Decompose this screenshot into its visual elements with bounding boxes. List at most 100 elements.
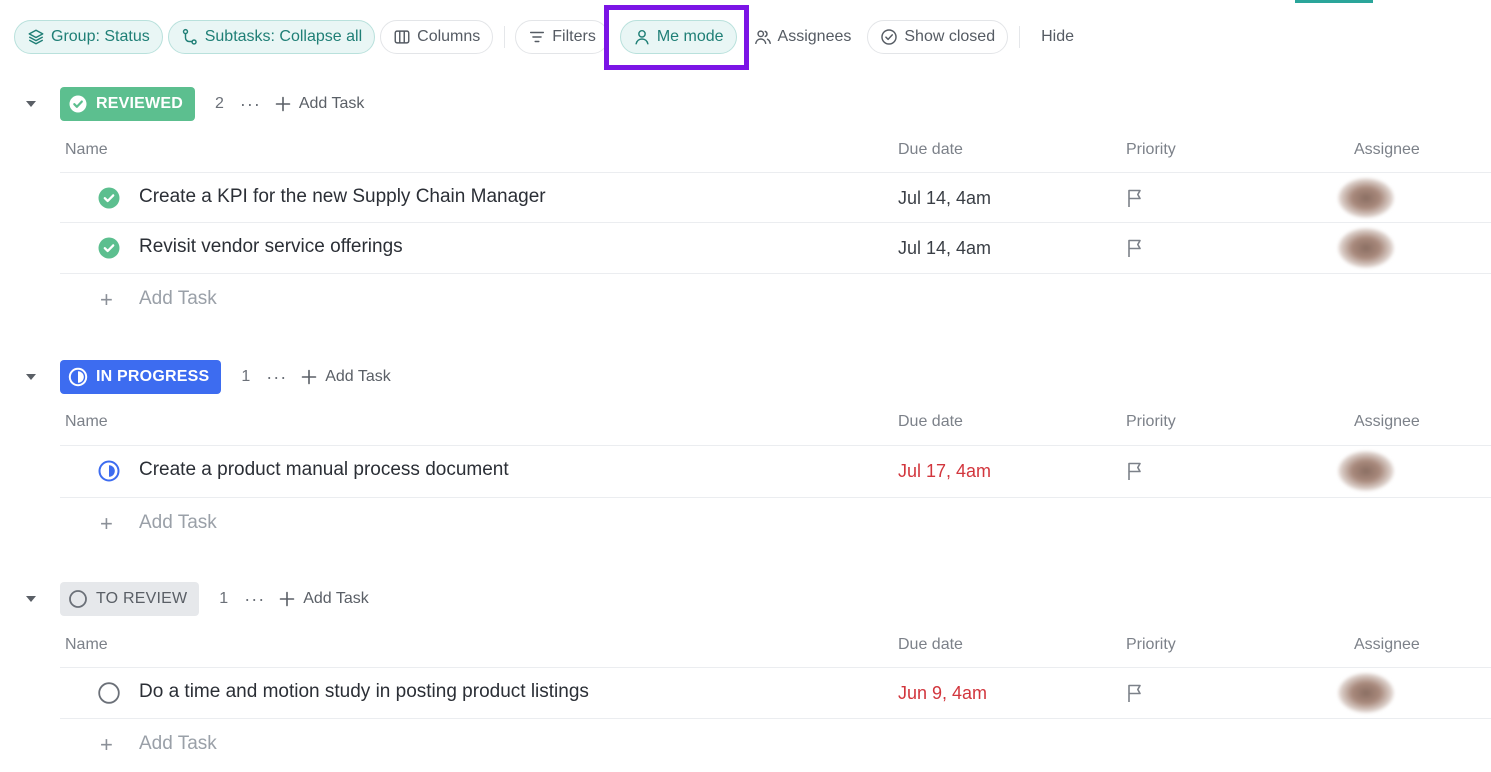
more-options-icon[interactable]: ··· — [240, 94, 261, 115]
add-task-row[interactable]: + Add Task — [60, 497, 1491, 547]
active-tab-indicator — [1295, 0, 1373, 3]
empty-circle-icon — [69, 590, 87, 608]
status-complete-icon[interactable] — [98, 237, 120, 259]
me-mode-label: Me mode — [656, 28, 724, 45]
filters-label: Filters — [552, 28, 596, 45]
plus-icon: + — [100, 511, 113, 536]
subtasks-collapse-button[interactable]: Subtasks: Collapse all — [167, 20, 376, 54]
column-priority[interactable]: Priority — [1126, 141, 1176, 159]
subtasks-icon — [182, 28, 197, 45]
task-name[interactable]: Do a time and motion study in posting pr… — [139, 681, 589, 703]
task-name[interactable]: Revisit vendor service offerings — [139, 236, 403, 258]
column-headers: Name Due date Priority Assignee — [0, 141, 1491, 165]
status-badge[interactable]: TO REVIEW — [60, 582, 200, 616]
columns-icon — [394, 30, 410, 44]
task-row[interactable]: Create a product manual process document… — [60, 445, 1491, 495]
collapse-caret-icon[interactable] — [22, 590, 40, 608]
column-due-date[interactable]: Due date — [898, 141, 963, 159]
column-due-date[interactable]: Due date — [898, 413, 963, 431]
plus-icon — [279, 591, 295, 607]
plus-icon — [301, 369, 317, 385]
task-name[interactable]: Create a product manual process document — [139, 459, 509, 481]
group-header: TO REVIEW 1 ··· Add Task — [22, 582, 369, 616]
user-icon — [635, 29, 649, 45]
toolbar-divider — [504, 26, 506, 48]
group-by-status-button[interactable]: Group: Status — [14, 20, 163, 54]
subtasks-label: Subtasks: Collapse all — [204, 28, 363, 45]
avatar[interactable] — [1338, 451, 1394, 491]
task-due-date[interactable]: Jul 17, 4am — [898, 461, 991, 482]
collapse-caret-icon[interactable] — [22, 95, 40, 113]
task-due-date[interactable]: Jul 14, 4am — [898, 188, 991, 209]
group-header: IN PROGRESS 1 ··· Add Task — [22, 360, 391, 394]
hide-label: Hide — [1041, 28, 1074, 45]
status-in-progress-icon[interactable] — [98, 460, 120, 482]
assignees-label: Assignees — [777, 28, 852, 45]
columns-button[interactable]: Columns — [380, 20, 494, 54]
avatar[interactable] — [1338, 228, 1394, 268]
group-by-label: Group: Status — [51, 28, 150, 45]
show-closed-label: Show closed — [904, 28, 996, 45]
column-due-date[interactable]: Due date — [898, 636, 963, 654]
column-name[interactable]: Name — [65, 141, 108, 159]
add-task-header-button[interactable]: Add Task — [275, 95, 365, 113]
assignees-button[interactable]: Assignees — [742, 20, 863, 54]
task-count: 1 — [219, 590, 229, 607]
add-task-header-button[interactable]: Add Task — [301, 368, 391, 386]
filters-button[interactable]: Filters — [515, 20, 609, 54]
columns-label: Columns — [417, 28, 481, 45]
flag-icon[interactable] — [1126, 188, 1144, 208]
status-badge[interactable]: IN PROGRESS — [60, 360, 222, 394]
me-mode-button[interactable]: Me mode — [619, 20, 737, 54]
collapse-caret-icon[interactable] — [22, 368, 40, 386]
task-due-date[interactable]: Jun 9, 4am — [898, 683, 987, 704]
task-row[interactable]: Revisit vendor service offerings Jul 14,… — [60, 222, 1491, 272]
hide-button[interactable]: Hide — [1030, 20, 1085, 54]
task-count: 1 — [241, 368, 251, 385]
plus-icon: + — [100, 287, 113, 312]
task-row[interactable]: Do a time and motion study in posting pr… — [60, 667, 1491, 717]
avatar[interactable] — [1338, 673, 1394, 713]
toolbar-divider — [1019, 26, 1021, 48]
add-task-label: Add Task — [139, 512, 217, 533]
task-name[interactable]: Create a KPI for the new Supply Chain Ma… — [139, 186, 546, 208]
status-label: TO REVIEW — [96, 590, 188, 607]
add-task-label: Add Task — [139, 288, 217, 309]
group-header: REVIEWED 2 ··· Add Task — [22, 87, 364, 121]
add-task-header-button[interactable]: Add Task — [279, 590, 369, 608]
task-row[interactable]: Create a KPI for the new Supply Chain Ma… — [60, 172, 1491, 222]
users-icon — [754, 30, 771, 45]
check-circle-icon — [881, 29, 898, 45]
status-label: IN PROGRESS — [96, 368, 210, 385]
column-assignee[interactable]: Assignee — [1354, 141, 1420, 159]
add-task-label: Add Task — [303, 590, 369, 607]
column-name[interactable]: Name — [65, 413, 108, 431]
flag-icon[interactable] — [1126, 461, 1144, 481]
more-options-icon[interactable]: ··· — [244, 589, 265, 610]
column-assignee[interactable]: Assignee — [1354, 413, 1420, 431]
avatar[interactable] — [1338, 178, 1394, 218]
flag-icon[interactable] — [1126, 683, 1144, 703]
task-count: 2 — [214, 95, 224, 112]
status-open-icon[interactable] — [98, 682, 120, 704]
flag-icon[interactable] — [1126, 238, 1144, 258]
view-toolbar: Group: Status Subtasks: Collapse all Col… — [14, 5, 1090, 70]
column-priority[interactable]: Priority — [1126, 413, 1176, 431]
status-badge[interactable]: REVIEWED — [60, 87, 195, 121]
task-due-date[interactable]: Jul 14, 4am — [898, 238, 991, 259]
add-task-label: Add Task — [298, 95, 365, 112]
plus-icon — [275, 96, 291, 112]
show-closed-button[interactable]: Show closed — [867, 20, 1009, 54]
column-name[interactable]: Name — [65, 636, 108, 654]
add-task-label: Add Task — [139, 733, 217, 754]
half-circle-icon — [68, 367, 88, 387]
column-priority[interactable]: Priority — [1126, 636, 1176, 654]
check-circle-icon — [69, 95, 87, 113]
add-task-label: Add Task — [325, 368, 391, 385]
column-assignee[interactable]: Assignee — [1354, 636, 1420, 654]
column-headers: Name Due date Priority Assignee — [0, 636, 1491, 660]
add-task-row[interactable]: + Add Task — [60, 273, 1491, 323]
add-task-row[interactable]: + Add Task — [60, 718, 1491, 768]
status-complete-icon[interactable] — [98, 187, 120, 209]
more-options-icon[interactable]: ··· — [266, 367, 287, 388]
